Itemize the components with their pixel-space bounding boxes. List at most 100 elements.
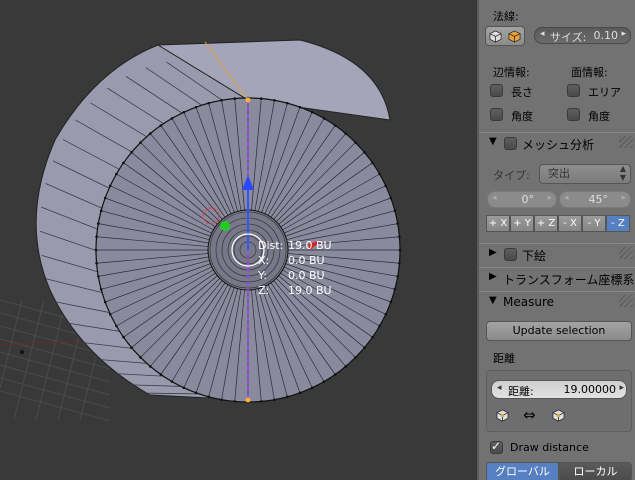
- cap-vertex: [159, 124, 163, 127]
- normals-toggle-group: [485, 26, 525, 46]
- updown-arrows-icon: ▲ ▼: [619, 164, 626, 182]
- cap-vertex: [207, 395, 210, 399]
- panel-grip-icon[interactable]: [619, 136, 633, 148]
- edge-angle-checkbox[interactable]: [490, 108, 503, 121]
- mesh-analysis-header[interactable]: ▼ メッシュ分析: [479, 132, 635, 153]
- cap-vertex: [286, 101, 289, 105]
- cap-vertex: [354, 356, 357, 359]
- cap-vertex: [273, 398, 276, 401]
- type-value: 突出: [548, 167, 570, 180]
- edge-angle-label: 角度: [511, 110, 533, 123]
- 3d-viewport[interactable]: Dist: 19.0 BU X: 0.0 BU Y: 0.0 BU Z: 19.0 BU: [0, 0, 477, 480]
- cap-vertex: [333, 373, 337, 376]
- cap-vertex: [259, 400, 263, 403]
- background-images-header[interactable]: ▶ 下絵: [479, 243, 635, 264]
- x-label: X:: [258, 254, 270, 267]
- cap-vertex: [170, 117, 174, 120]
- cap-vertex: [371, 161, 374, 165]
- cap-vertex: [148, 365, 152, 368]
- double-arrow-icon: ⇔: [523, 406, 536, 424]
- draw-distance-label: Draw distance: [510, 441, 589, 454]
- cap-vertex: [115, 324, 118, 328]
- cap-vertex: [182, 386, 186, 390]
- z-value: 19.0 BU: [288, 284, 332, 297]
- cap-vertex: [384, 312, 388, 316]
- panel-grip-icon[interactable]: [619, 295, 633, 307]
- local-space-button[interactable]: ローカル: [559, 462, 632, 480]
- dist-label: Dist:: [258, 239, 284, 252]
- grid-line: [0, 364, 111, 396]
- cap-vertex: [393, 288, 397, 291]
- update-selection-button[interactable]: Update selection: [486, 321, 632, 341]
- cap-vertex: [122, 161, 125, 165]
- cap-vertex: [108, 184, 112, 188]
- edge-length-label: 長さ: [511, 86, 533, 99]
- grid-line: [0, 377, 111, 409]
- cap-vertex: [378, 172, 381, 176]
- min-angle-field[interactable]: ◂ 0° ▸: [487, 191, 557, 208]
- cap-vertex: [298, 105, 302, 109]
- cap-vertex: [384, 184, 388, 188]
- cap-vertex: [139, 356, 142, 359]
- cap-vertex: [389, 300, 393, 304]
- x-value: 0.0 BU: [288, 254, 325, 267]
- face-angle-checkbox[interactable]: [567, 108, 580, 121]
- expand-triangle-icon: ▶: [489, 271, 497, 282]
- axis-minus-x-button[interactable]: - X: [558, 215, 582, 232]
- type-dropdown[interactable]: 突出 ▲ ▼: [539, 164, 631, 184]
- viewport-scene[interactable]: [0, 0, 477, 480]
- cap-vertex: [298, 391, 302, 395]
- cap-vertex: [220, 99, 223, 102]
- background-images-checkbox[interactable]: [504, 248, 517, 261]
- face-area-checkbox[interactable]: [567, 84, 580, 97]
- cap-vertex: [103, 300, 107, 304]
- mesh-analysis-title: メッシュ分析: [522, 138, 595, 152]
- z-label: Z:: [258, 284, 270, 297]
- transform-orientation-header[interactable]: ▶ トランスフォーム座標系: [479, 267, 635, 288]
- normal-size-label: サイズ:: [550, 31, 587, 44]
- min-angle-value: 0°: [521, 193, 535, 206]
- mesh-analysis-checkbox[interactable]: [504, 137, 517, 150]
- max-angle-field[interactable]: ◂ 45° ▸: [559, 191, 631, 208]
- cap-vertex: [333, 124, 337, 127]
- cap-vertex: [95, 261, 98, 265]
- cap-vertex: [194, 105, 198, 109]
- cap-vertex: [122, 335, 125, 339]
- cap-vertex: [363, 150, 366, 154]
- edge-length-checkbox[interactable]: [490, 84, 503, 97]
- gizmo-y-handle: [220, 221, 230, 231]
- collapse-triangle-icon: ▼: [489, 136, 497, 147]
- cap-vertex: [99, 288, 103, 291]
- panel-grip-icon[interactable]: [619, 247, 633, 259]
- axis-plus-x-button[interactable]: + X: [486, 215, 510, 232]
- distance-box: ◂ 距離: 19.00000 ▸ ⇔: [486, 370, 632, 432]
- vertex-normal-icon[interactable]: [489, 30, 502, 43]
- background-images-title: 下絵: [522, 249, 547, 263]
- measure-header[interactable]: ▼ Measure: [479, 291, 635, 312]
- face-normal-icon[interactable]: [508, 30, 521, 43]
- distance-field-label: 距離:: [508, 385, 534, 398]
- measure-overlay: Dist: 19.0 BU X: 0.0 BU Y: 0.0 BU Z: 19.0 BU: [258, 238, 332, 298]
- measure-point-top: [245, 97, 251, 103]
- distance-field[interactable]: ◂ 距離: 19.00000 ▸: [491, 380, 627, 399]
- expand-triangle-icon: ▶: [489, 247, 497, 258]
- cap-vertex: [170, 380, 174, 383]
- axis-minus-z-button[interactable]: - Z: [606, 215, 630, 232]
- dist-value: 19.0 BU: [288, 239, 332, 252]
- draw-distance-checkbox[interactable]: [490, 439, 503, 454]
- y-value: 0.0 BU: [288, 269, 325, 282]
- cap-vertex: [398, 248, 402, 252]
- cap-vertex: [396, 275, 399, 278]
- axis-minus-y-button[interactable]: - Y: [582, 215, 606, 232]
- object-b-icon: [552, 409, 565, 422]
- normal-size-field[interactable]: ◂ サイズ: 0.10 ▸: [534, 27, 631, 44]
- global-space-button[interactable]: グローバル: [486, 462, 559, 480]
- face-angle-label: 角度: [588, 110, 610, 123]
- cap-vertex: [396, 222, 399, 225]
- axis-plus-y-button[interactable]: + Y: [510, 215, 534, 232]
- face-info-label: 面情報:: [571, 66, 608, 79]
- cap-vertex: [148, 132, 152, 135]
- cap-vertex: [115, 172, 118, 176]
- cap-vertex: [398, 235, 401, 239]
- axis-plus-z-button[interactable]: + Z: [534, 215, 558, 232]
